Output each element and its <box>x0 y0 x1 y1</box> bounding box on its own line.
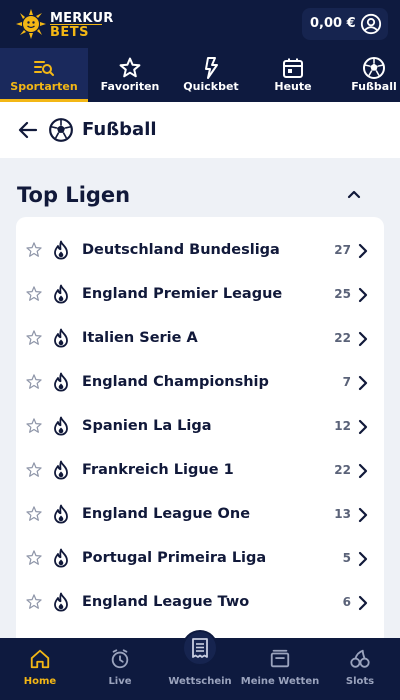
event-count: 25 <box>334 287 351 301</box>
event-count: 22 <box>334 463 351 477</box>
flame-icon <box>54 548 68 568</box>
star-icon <box>119 57 141 78</box>
league-row[interactable]: Italien Serie A 22 <box>16 317 384 361</box>
league-name: England League One <box>82 506 251 522</box>
tab-label: Wettschein <box>168 676 232 687</box>
lightning-icon <box>205 57 218 79</box>
my-bets-icon <box>270 649 290 668</box>
favorite-star-icon[interactable] <box>25 549 43 567</box>
sports-list-icon <box>34 61 54 76</box>
tab-home[interactable]: Home <box>0 638 80 700</box>
flame-icon <box>54 592 68 612</box>
chevron-right-icon <box>358 331 368 347</box>
league-name: Deutschland Bundesliga <box>82 242 280 258</box>
chevron-right-icon <box>358 507 368 523</box>
page-header: Fußball <box>0 102 400 158</box>
event-count: 7 <box>342 375 351 389</box>
chevron-right-icon <box>358 243 368 259</box>
betslip-icon <box>192 638 208 658</box>
home-icon <box>30 649 50 669</box>
tab-label: Meine Wetten <box>240 676 320 687</box>
chevron-right-icon <box>358 419 368 435</box>
account-icon <box>360 13 382 35</box>
favorite-star-icon[interactable] <box>25 461 43 479</box>
sport-nav: Sportarten Favoriten Quickbet Heute Fußb… <box>0 48 400 102</box>
tab-label: Favoriten <box>100 80 160 93</box>
tab-quickbet[interactable]: Quickbet <box>171 48 251 102</box>
flame-icon <box>54 460 68 480</box>
tab-label: Fußball <box>351 80 397 93</box>
page-title: Fußball <box>82 119 157 140</box>
tab-live[interactable]: Live <box>80 638 160 700</box>
tab-sportarten[interactable]: Sportarten <box>0 48 88 102</box>
football-icon <box>363 57 385 79</box>
league-name: England Championship <box>82 374 269 390</box>
league-name: Frankreich Ligue 1 <box>82 462 234 478</box>
flame-icon <box>54 416 68 436</box>
league-row[interactable]: England League Two 6 <box>16 581 384 625</box>
betslip-button[interactable] <box>182 630 218 666</box>
event-count: 5 <box>342 551 351 565</box>
tab-favoriten[interactable]: Favoriten <box>90 48 170 102</box>
brand-line-2: BETS <box>50 25 90 40</box>
league-name: Italien Serie A <box>82 330 198 346</box>
chevron-right-icon <box>358 595 368 611</box>
league-name: Portugal Primeira Liga <box>82 550 267 566</box>
tab-label: Heute <box>274 80 312 93</box>
league-row[interactable]: England League One 13 <box>16 493 384 537</box>
tab-label: Home <box>23 676 57 687</box>
event-count: 13 <box>334 507 351 521</box>
chevron-right-icon <box>358 375 368 391</box>
league-row[interactable]: England Premier League 25 <box>16 273 384 317</box>
event-count: 27 <box>334 243 351 257</box>
favorite-star-icon[interactable] <box>25 505 43 523</box>
tab-heute[interactable]: Heute <box>253 48 333 102</box>
tab-fussball[interactable]: Fußball <box>334 48 400 102</box>
flame-icon <box>54 504 68 524</box>
event-count: 22 <box>334 331 351 345</box>
league-name: England League Two <box>82 594 250 610</box>
event-count: 12 <box>334 419 351 433</box>
flame-icon <box>54 372 68 392</box>
tab-label: Live <box>108 676 132 687</box>
back-arrow-icon[interactable] <box>16 118 40 142</box>
league-row[interactable]: England Championship 7 <box>16 361 384 405</box>
balance-amount: 0,00 € <box>310 16 356 31</box>
tab-label: Quickbet <box>183 80 239 93</box>
flame-icon <box>54 240 68 260</box>
favorite-star-icon[interactable] <box>25 329 43 347</box>
favorite-star-icon[interactable] <box>25 417 43 435</box>
tab-label: Sportarten <box>10 80 78 93</box>
league-name: England Premier League <box>82 286 283 302</box>
sun-logo-icon <box>16 9 46 39</box>
league-name: Spanien La Liga <box>82 418 212 434</box>
league-row[interactable]: Frankreich Ligue 1 22 <box>16 449 384 493</box>
slots-icon <box>350 649 370 668</box>
chevron-right-icon <box>358 551 368 567</box>
stopwatch-icon <box>111 649 129 669</box>
favorite-star-icon[interactable] <box>25 373 43 391</box>
chevron-right-icon <box>358 287 368 303</box>
flame-icon <box>54 328 68 348</box>
top-leagues-list: Deutschland Bundesliga 27 England Premier … <box>16 217 384 647</box>
tab-slots[interactable]: Slots <box>320 638 400 700</box>
favorite-star-icon[interactable] <box>25 285 43 303</box>
favorite-star-icon[interactable] <box>25 241 43 259</box>
merkur-bets-logo[interactable]: MERKUR BETS <box>16 8 126 40</box>
league-row[interactable]: Spanien La Liga 12 <box>16 405 384 449</box>
top-bar: MERKUR BETS 0,00 € <box>0 0 400 48</box>
calendar-icon <box>283 58 303 78</box>
favorite-star-icon[interactable] <box>25 593 43 611</box>
chevron-right-icon <box>358 463 368 479</box>
flame-icon <box>54 284 68 304</box>
section-title: Top Ligen <box>17 183 131 207</box>
tab-meine-wetten[interactable]: Meine Wetten <box>240 638 320 700</box>
league-row[interactable]: Deutschland Bundesliga 27 <box>16 229 384 273</box>
football-icon <box>49 118 73 142</box>
league-row[interactable]: Portugal Primeira Liga 5 <box>16 537 384 581</box>
tab-label: Slots <box>345 676 375 687</box>
chevron-up-icon[interactable] <box>344 184 364 204</box>
balance-account-button[interactable]: 0,00 € <box>302 8 388 40</box>
event-count: 6 <box>342 595 351 609</box>
